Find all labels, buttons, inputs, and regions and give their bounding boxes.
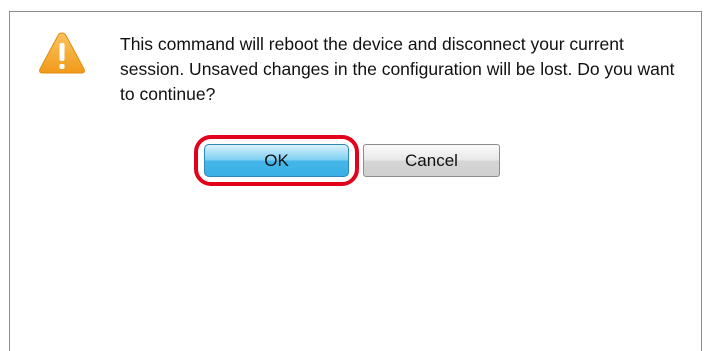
ok-button[interactable]: OK — [204, 144, 349, 177]
warning-icon — [39, 32, 85, 74]
cancel-button[interactable]: Cancel — [363, 144, 500, 177]
confirm-dialog: This command will reboot the device and … — [9, 11, 702, 351]
dialog-message: This command will reboot the device and … — [120, 34, 675, 104]
